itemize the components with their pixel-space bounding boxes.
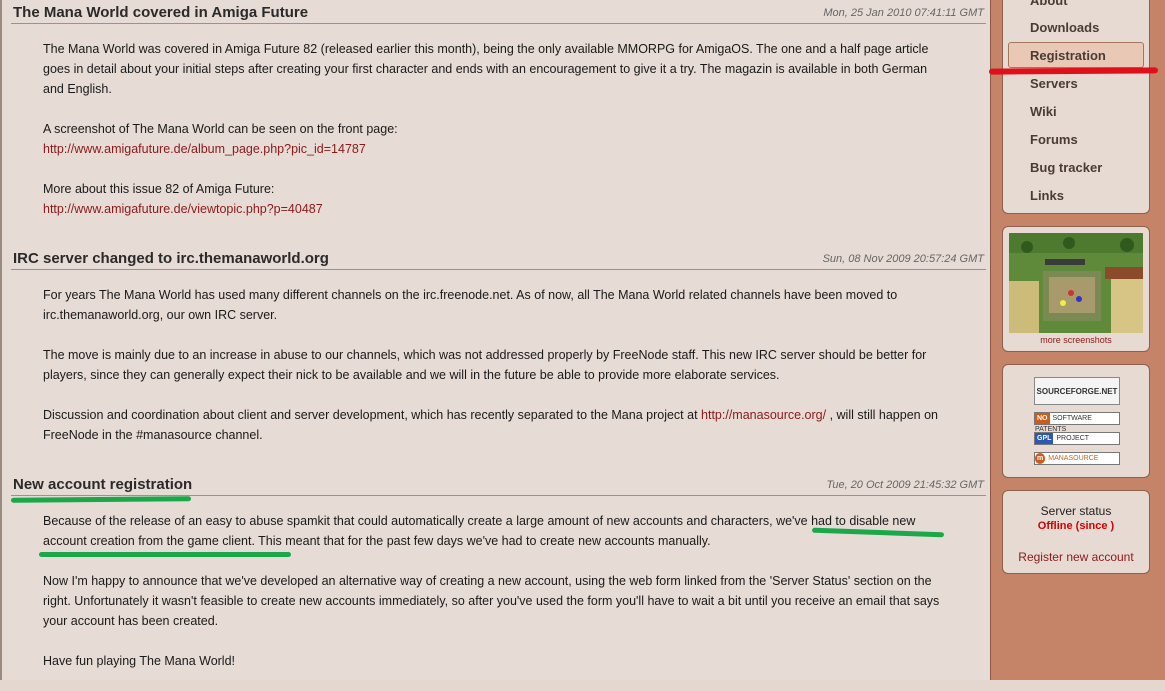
paragraph-text: More about this issue 82 of Amiga Future… xyxy=(43,182,275,196)
paragraph-text: A screenshot of The Mana World can be se… xyxy=(43,122,398,136)
nav-item-about[interactable]: About xyxy=(1030,0,1068,8)
green-underline-annotation xyxy=(39,552,291,557)
news-body-amiga: The Mana World was covered in Amiga Futu… xyxy=(43,39,948,239)
news-paragraph: For years The Mana World has used many d… xyxy=(43,288,898,322)
news-date-amiga: Mon, 25 Jan 2010 07:41:11 GMT xyxy=(823,7,984,19)
sourceforge-badge-label: SOURCEFORGE.NET xyxy=(1036,387,1118,396)
news-paragraph: More about this issue 82 of Amiga Future… xyxy=(43,179,948,219)
no-patents-tag: NO xyxy=(1035,413,1050,424)
nav-item-servers[interactable]: Servers xyxy=(1030,76,1078,91)
more-screenshots-link[interactable]: more screenshots xyxy=(1003,335,1149,345)
news-date-registration: Tue, 20 Oct 2009 21:45:32 GMT xyxy=(826,479,984,491)
paragraph-text: Discussion and coordination about client… xyxy=(43,408,702,422)
news-paragraph: The move is mainly due to an increase in… xyxy=(43,348,927,382)
screenshot-box: more screenshots xyxy=(1002,226,1150,352)
manasource-link[interactable]: http://manasource.org/ xyxy=(701,408,826,422)
register-new-account-link[interactable]: Register new account xyxy=(1003,550,1149,564)
server-status-box: Server status Offline (since ) Register … xyxy=(1002,490,1150,574)
gpl-label: PROJECT xyxy=(1056,435,1090,442)
news-divider xyxy=(11,269,986,270)
sidebar: About Downloads Registration Servers Wik… xyxy=(988,0,1165,680)
badges-box: SOURCEFORGE.NET NO SOFTWARE PATENTS GPL PR… xyxy=(1002,364,1150,478)
news-paragraph: Now I'm happy to announce that we've dev… xyxy=(43,574,940,628)
news-title-amiga[interactable]: The Mana World covered in Amiga Future xyxy=(13,4,308,21)
manasource-badge[interactable]: m MANASOURCE xyxy=(1034,452,1120,465)
news-column: The Mana World covered in Amiga Future M… xyxy=(0,0,992,680)
screenshot-link[interactable]: http://www.amigafuture.de/album_page.php… xyxy=(43,142,366,156)
gpl-project-badge[interactable]: GPL PROJECT xyxy=(1034,432,1120,445)
news-title-registration[interactable]: New account registration xyxy=(13,476,192,493)
nav-item-registration[interactable]: Registration xyxy=(1030,48,1106,63)
nav-menu: About Downloads Registration Servers Wik… xyxy=(1002,0,1150,214)
sourceforge-badge[interactable]: SOURCEFORGE.NET xyxy=(1034,377,1120,405)
manasource-tag: m xyxy=(1035,453,1046,464)
news-date-irc: Sun, 08 Nov 2009 20:57:24 GMT xyxy=(822,253,984,265)
issue-link[interactable]: http://www.amigafuture.de/viewtopic.php?… xyxy=(43,202,323,216)
news-divider xyxy=(11,23,986,24)
news-paragraph: Have fun playing The Mana World! xyxy=(43,654,236,668)
server-status-label: Server status xyxy=(1040,504,1112,518)
nav-item-downloads[interactable]: Downloads xyxy=(1030,20,1099,35)
nav-item-wiki[interactable]: Wiki xyxy=(1030,104,1057,119)
news-body-registration: Because of the release of an easy to abu… xyxy=(43,511,948,691)
nav-item-forums[interactable]: Forums xyxy=(1030,132,1078,147)
game-screenshot-thumbnail[interactable] xyxy=(1009,233,1143,333)
news-paragraph: Discussion and coordination about client… xyxy=(43,405,948,445)
news-paragraph: A screenshot of The Mana World can be se… xyxy=(43,119,948,159)
nav-item-links[interactable]: Links xyxy=(1030,188,1064,203)
no-software-patents-badge[interactable]: NO SOFTWARE PATENTS xyxy=(1034,412,1120,433)
gpl-tag: GPL xyxy=(1035,433,1054,444)
news-body-irc: For years The Mana World has used many d… xyxy=(43,285,948,465)
server-status-value: Offline (since ) xyxy=(1037,520,1115,532)
news-paragraph: The Mana World was covered in Amiga Futu… xyxy=(43,42,929,96)
manasource-label: MANASOURCE xyxy=(1048,455,1099,462)
news-title-irc[interactable]: IRC server changed to irc.themanaworld.o… xyxy=(13,250,329,267)
green-underline-annotation xyxy=(10,496,192,503)
nav-item-bug-tracker[interactable]: Bug tracker xyxy=(1030,160,1102,175)
red-underline-annotation xyxy=(988,67,1159,75)
